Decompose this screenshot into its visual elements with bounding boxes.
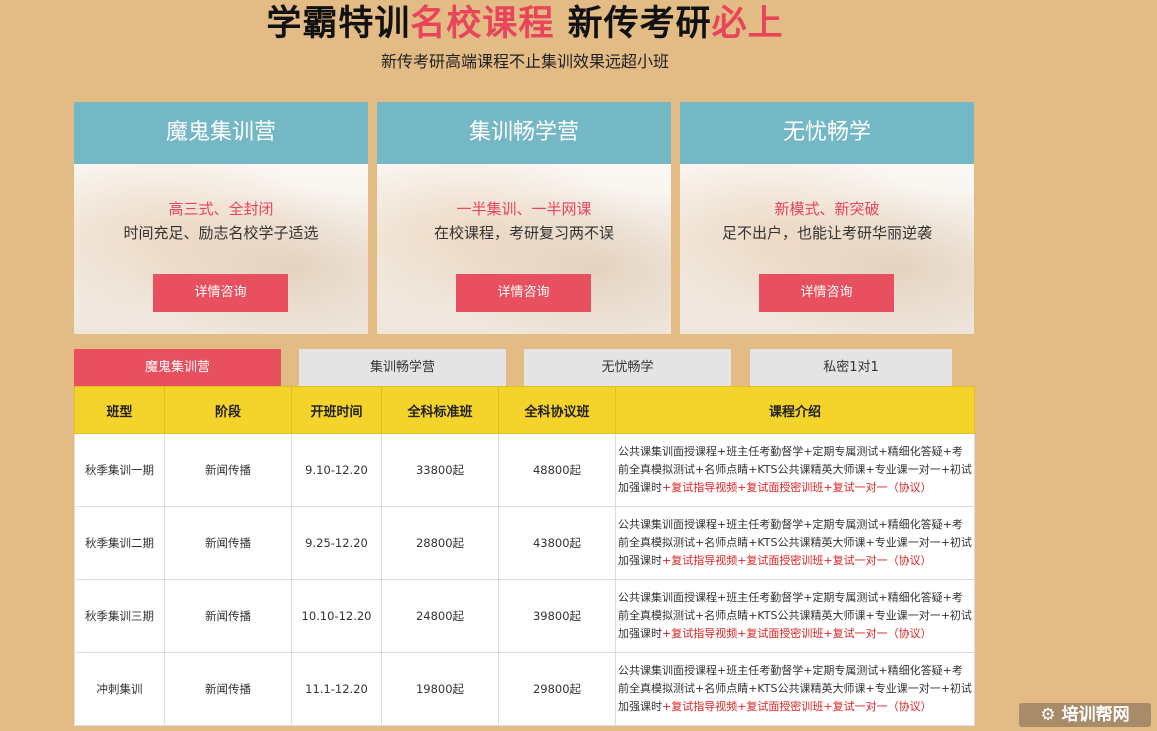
class-type-cell: 冲刺集训 <box>74 652 165 726</box>
column-header: 全科协议班 <box>498 386 616 434</box>
start-date-cell: 9.25-12.20 <box>291 506 382 580</box>
course-cards: 魔鬼集训营 高三式、全封闭 时间充足、励志名校学子适选 详情咨询 集训畅学营 一… <box>74 102 974 334</box>
logo-icon: ⚙ <box>1040 705 1062 725</box>
course-intro-cell: 公共课集训面授课程+班主任考勤督学+定期专属测试+精细化答疑+考前全真模拟测试+… <box>615 506 975 580</box>
protocol-price-cell: 39800起 <box>498 579 616 653</box>
card-description: 时间充足、励志名校学子适选 <box>123 224 319 242</box>
card-title: 集训畅学营 <box>377 102 671 164</box>
card-description: 在校课程，考研复习两不误 <box>433 224 614 242</box>
course-intro-cell: 公共课集训面授课程+班主任考勤督学+定期专属测试+精细化答疑+考前全真模拟测试+… <box>615 579 975 653</box>
course-card: 无忧畅学 新模式、新突破 足不出户，也能让考研华丽逆袭 详情咨询 <box>680 102 974 334</box>
tab-smooth-camp[interactable]: 集训畅学营 <box>299 349 506 386</box>
tab-worry-free[interactable]: 无忧畅学 <box>524 349 731 386</box>
intro-highlight: +复试指导视频+复试面授密训班+复试一对一（协议） <box>662 554 932 567</box>
card-description: 足不出户，也能让考研华丽逆袭 <box>721 224 932 242</box>
card-tagline: 新模式、新突破 <box>774 200 880 218</box>
logo-text: 培训帮网 <box>1061 705 1130 725</box>
course-table: 班型 阶段 开班时间 全科标准班 全科协议班 课程介绍 秋季集训一期 新闻传播 … <box>74 386 975 726</box>
consult-button[interactable]: 详情咨询 <box>456 274 591 312</box>
column-header: 课程介绍 <box>615 386 975 434</box>
title-part: 学霸特训 <box>266 4 411 44</box>
class-type-cell: 秋季集训一期 <box>74 433 165 507</box>
column-header: 班型 <box>74 386 165 434</box>
course-tabs: 魔鬼集训营 集训畅学营 无忧畅学 私密1对1 <box>74 349 974 386</box>
column-header: 阶段 <box>164 386 292 434</box>
table-header-row: 班型 阶段 开班时间 全科标准班 全科协议班 课程介绍 <box>74 386 975 434</box>
intro-highlight: +复试指导视频+复试面授密训班+复试一对一（协议） <box>662 627 932 640</box>
stage-cell: 新闻传播 <box>164 506 292 580</box>
consult-button[interactable]: 详情咨询 <box>759 274 894 312</box>
course-card: 魔鬼集训营 高三式、全封闭 时间充足、励志名校学子适选 详情咨询 <box>74 102 368 334</box>
page-title: 学霸特训名校课程 新传考研必上 <box>0 0 1050 48</box>
protocol-price-cell: 43800起 <box>498 506 616 580</box>
course-intro-cell: 公共课集训面授课程+班主任考勤督学+定期专属测试+精细化答疑+考前全真模拟测试+… <box>615 652 975 726</box>
table-row: 秋季集训一期 新闻传播 9.10-12.20 33800起 48800起 公共课… <box>74 433 975 507</box>
course-card: 集训畅学营 一半集训、一半网课 在校课程，考研复习两不误 详情咨询 <box>377 102 671 334</box>
card-tagline: 一半集训、一半网课 <box>456 200 592 218</box>
standard-price-cell: 33800起 <box>381 433 499 507</box>
title-highlight: 必上 <box>711 4 784 44</box>
stage-cell: 新闻传播 <box>164 652 292 726</box>
intro-highlight: +复试指导视频+复试面授密训班+复试一对一（协议） <box>662 481 932 494</box>
stage-cell: 新闻传播 <box>164 433 292 507</box>
start-date-cell: 9.10-12.20 <box>291 433 382 507</box>
stage-cell: 新闻传播 <box>164 579 292 653</box>
intro-highlight: +复试指导视频+复试面授密训班+复试一对一（协议） <box>662 700 932 713</box>
standard-price-cell: 28800起 <box>381 506 499 580</box>
title-highlight: 名校课程 <box>410 4 555 44</box>
standard-price-cell: 19800起 <box>381 652 499 726</box>
title-part: 新传考研 <box>554 4 712 44</box>
standard-price-cell: 24800起 <box>381 579 499 653</box>
column-header: 开班时间 <box>291 386 382 434</box>
class-type-cell: 秋季集训三期 <box>74 579 165 653</box>
site-logo: ⚙ 培训帮网 <box>1019 703 1151 727</box>
table-row: 秋季集训三期 新闻传播 10.10-12.20 24800起 39800起 公共… <box>74 579 975 653</box>
page-subtitle: 新传考研高端课程不止集训效果远超小班 <box>380 52 669 71</box>
table-row: 冲刺集训 新闻传播 11.1-12.20 19800起 29800起 公共课集训… <box>74 652 975 726</box>
protocol-price-cell: 29800起 <box>498 652 616 726</box>
tab-devil-camp[interactable]: 魔鬼集训营 <box>74 349 281 386</box>
consult-button[interactable]: 详情咨询 <box>153 274 288 312</box>
class-type-cell: 秋季集训二期 <box>74 506 165 580</box>
protocol-price-cell: 48800起 <box>498 433 616 507</box>
start-date-cell: 10.10-12.20 <box>291 579 382 653</box>
card-title: 魔鬼集训营 <box>74 102 368 164</box>
table-row: 秋季集训二期 新闻传播 9.25-12.20 28800起 43800起 公共课… <box>74 506 975 580</box>
column-header: 全科标准班 <box>381 386 499 434</box>
course-intro-cell: 公共课集训面授课程+班主任考勤督学+定期专属测试+精细化答疑+考前全真模拟测试+… <box>615 433 975 507</box>
card-tagline: 高三式、全封闭 <box>168 200 274 218</box>
start-date-cell: 11.1-12.20 <box>291 652 382 726</box>
card-title: 无忧畅学 <box>680 102 974 164</box>
tab-private-1on1[interactable]: 私密1对1 <box>750 349 952 386</box>
